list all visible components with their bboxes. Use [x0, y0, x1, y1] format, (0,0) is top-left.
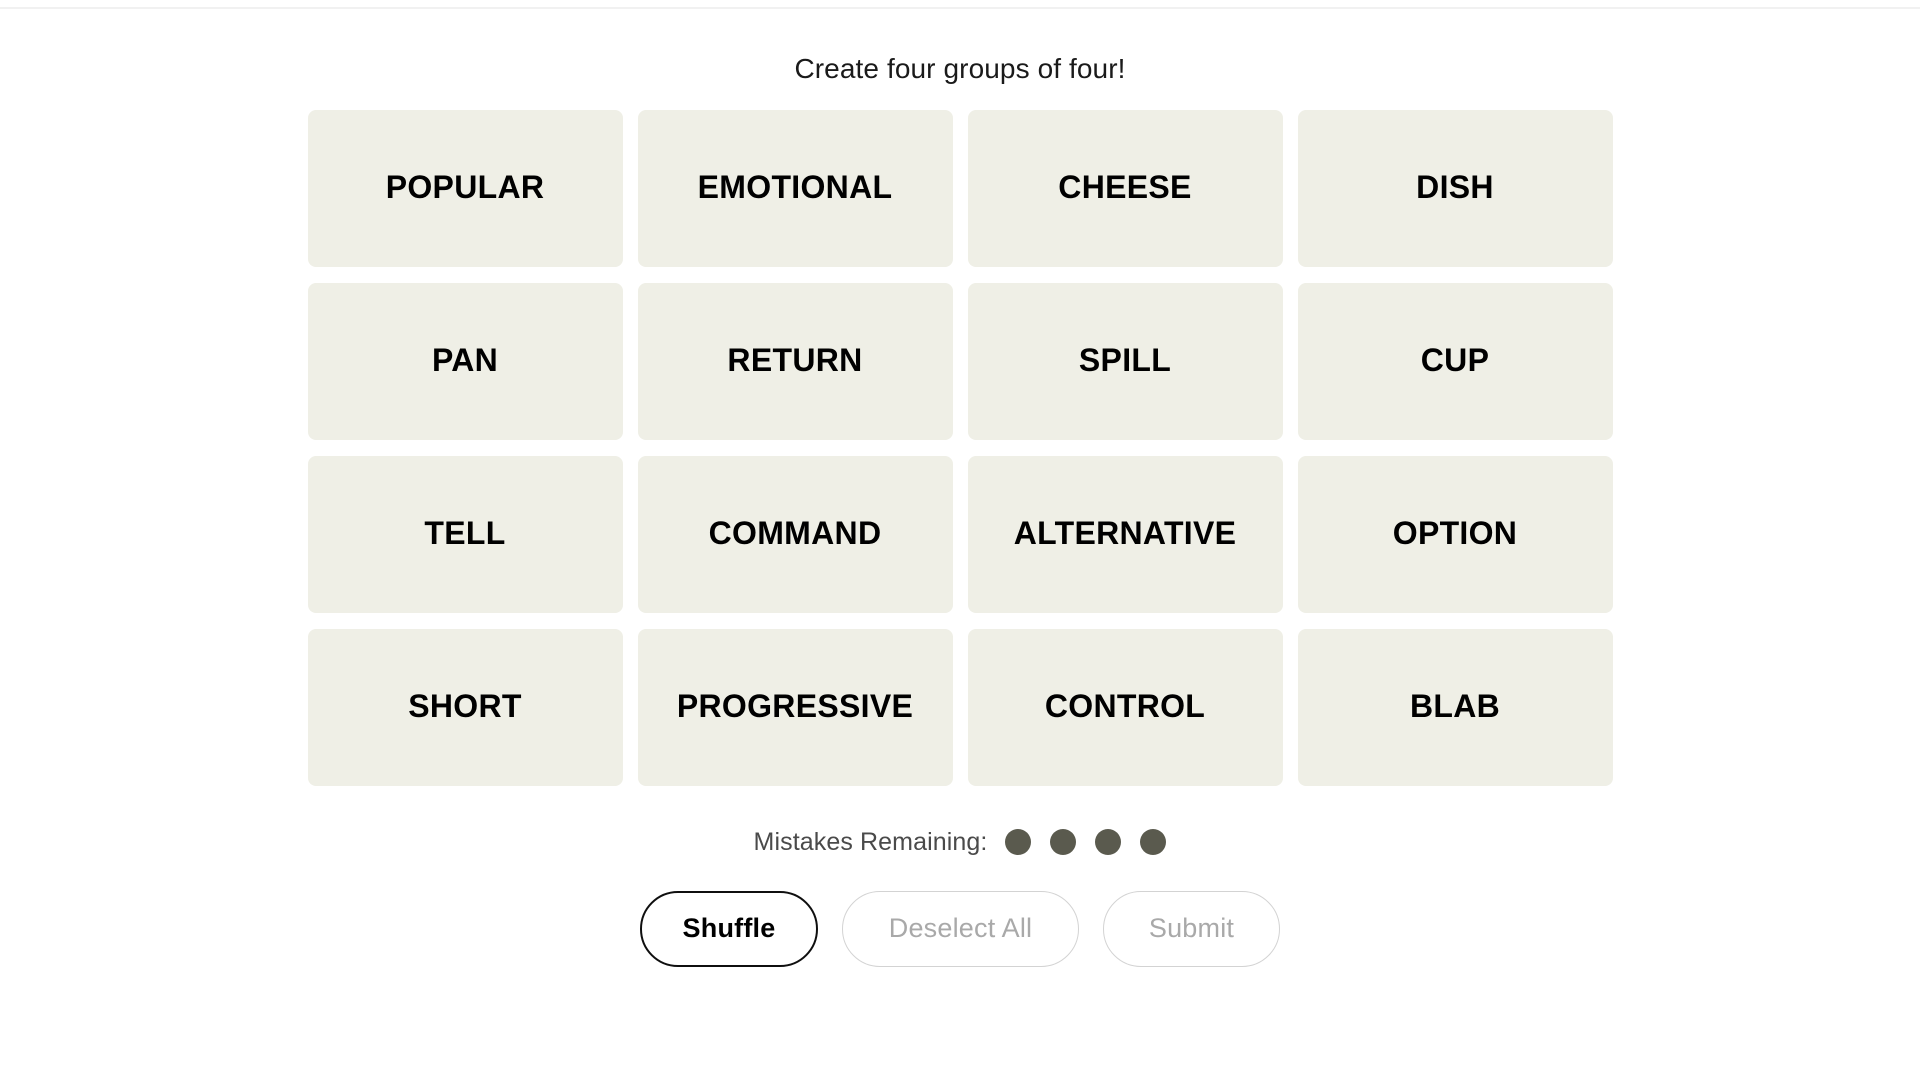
puzzle-tile-label: BLAB	[1409, 688, 1501, 725]
puzzle-tile-label: PAN	[431, 342, 499, 379]
puzzle-tile[interactable]: DISH	[1297, 109, 1613, 267]
puzzle-tile-label: COMMAND	[708, 515, 882, 552]
puzzle-tile-label: OPTION	[1392, 515, 1518, 552]
connections-game: Create four groups of four! POPULAR EMOTI…	[0, 0, 1920, 1080]
puzzle-tile[interactable]: SPILL	[967, 282, 1283, 440]
submit-button[interactable]: Submit	[1103, 890, 1280, 967]
page-title: Create four groups of four!	[794, 53, 1126, 84]
puzzle-tile-label: EMOTIONAL	[697, 169, 893, 206]
puzzle-tile[interactable]: POPULAR	[307, 109, 623, 267]
puzzle-tile-label: DISH	[1416, 169, 1494, 206]
puzzle-tile[interactable]: CUP	[1297, 282, 1613, 440]
puzzle-tile[interactable]: CHEESE	[967, 109, 1283, 267]
action-button-row: Shuffle Deselect All Submit	[640, 890, 1280, 967]
puzzle-tile[interactable]: ALTERNATIVE	[967, 455, 1283, 613]
mistake-dot-3	[1095, 829, 1122, 856]
puzzle-tile[interactable]: RETURN	[637, 282, 953, 440]
puzzle-tile[interactable]: PAN	[307, 282, 623, 440]
shuffle-button[interactable]: Shuffle	[640, 890, 818, 967]
mistake-dot-4	[1140, 829, 1167, 856]
puzzle-tile[interactable]: BLAB	[1297, 628, 1613, 786]
puzzle-tile-label: RETURN	[727, 342, 863, 379]
puzzle-tile-label: PROGRESSIVE	[676, 688, 914, 725]
puzzle-tile-label: POPULAR	[385, 169, 545, 206]
puzzle-tile[interactable]: TELL	[307, 455, 623, 613]
mistake-dot-2	[1050, 829, 1077, 856]
puzzle-tile[interactable]: EMOTIONAL	[637, 109, 953, 267]
puzzle-tile-label: ALTERNATIVE	[1013, 515, 1237, 552]
puzzle-tile-label: CUP	[1420, 342, 1490, 379]
mistakes-remaining-label: Mistakes Remaining:	[753, 827, 988, 856]
page-content: Create four groups of four! POPULAR EMOTI…	[0, 0, 1920, 967]
puzzle-tile[interactable]: OPTION	[1297, 455, 1613, 613]
puzzle-tile-label: SPILL	[1078, 342, 1172, 379]
deselect-all-button[interactable]: Deselect All	[842, 890, 1079, 967]
puzzle-grid: POPULAR EMOTIONAL CHEESE DISH PAN RETURN SPILL…	[307, 109, 1613, 786]
puzzle-tile-label: CONTROL	[1044, 688, 1206, 725]
puzzle-tile[interactable]: SHORT	[307, 628, 623, 786]
puzzle-tile[interactable]: COMMAND	[637, 455, 953, 613]
puzzle-tile[interactable]: PROGRESSIVE	[637, 628, 953, 786]
mistakes-remaining: Mistakes Remaining:	[754, 828, 1167, 857]
mistake-dot-1	[1005, 829, 1032, 856]
mistakes-dot-group	[1005, 829, 1167, 856]
puzzle-tile[interactable]: CONTROL	[967, 628, 1283, 786]
puzzle-tile-label: TELL	[424, 515, 506, 552]
puzzle-tile-label: SHORT	[408, 688, 522, 725]
puzzle-tile-label: CHEESE	[1058, 169, 1192, 206]
